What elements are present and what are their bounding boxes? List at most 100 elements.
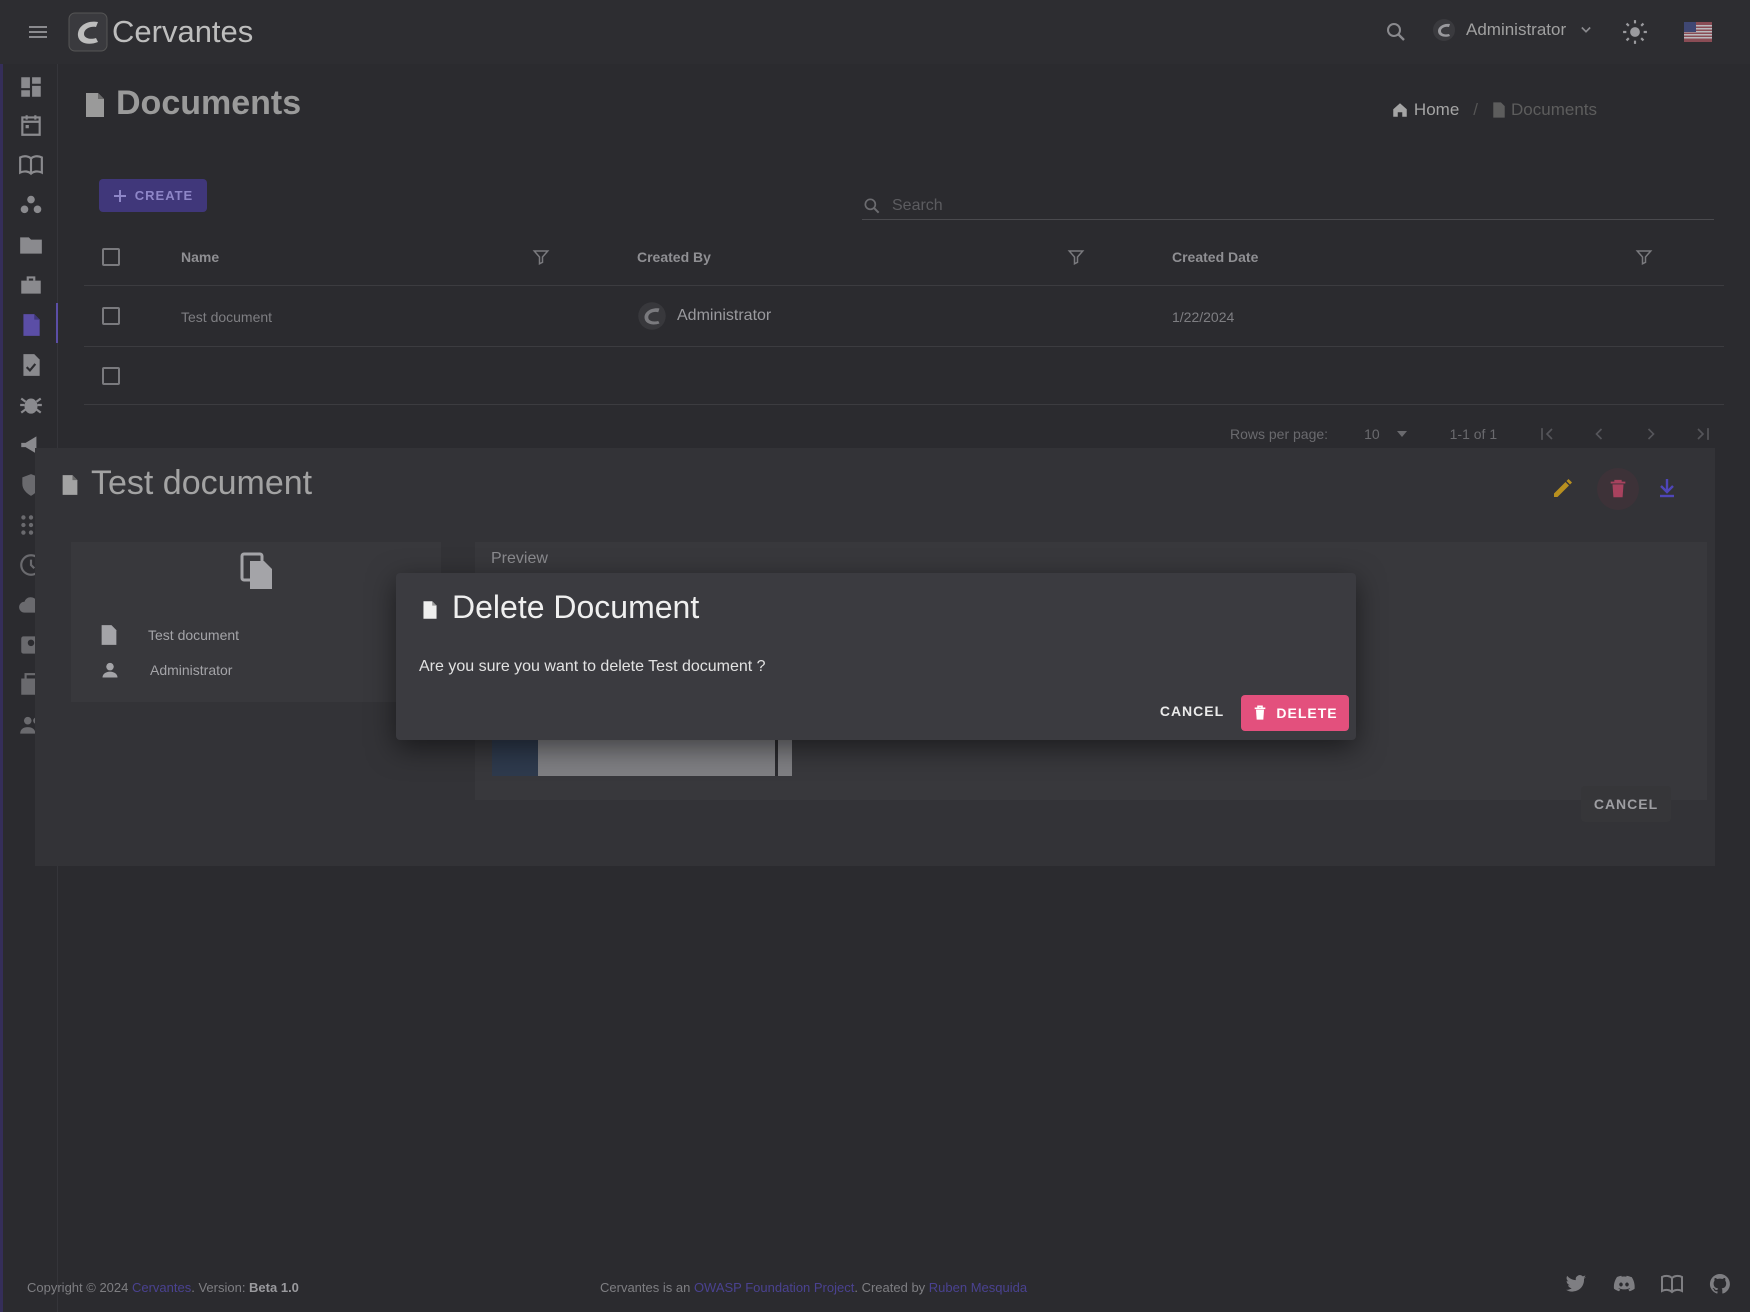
breadcrumb-home-label: Home [1413, 100, 1460, 119]
info-document-user-label: Administrator [150, 662, 233, 678]
cancel-button[interactable]: CANCEL [1156, 695, 1228, 727]
sidebar-edge [0, 64, 3, 1312]
sidebar-active-indicator [56, 303, 58, 343]
info-document-name: Test document [100, 624, 239, 646]
filter-icon[interactable] [1067, 248, 1085, 266]
version-label: . Version: [191, 1280, 250, 1295]
delete-button[interactable] [1597, 468, 1639, 510]
dashboard-icon[interactable] [18, 74, 44, 100]
pagination: Rows per page: 10 1-1 of 1 [1230, 424, 1713, 444]
info-document-name-label: Test document [148, 627, 240, 643]
cell-name: Test document [181, 309, 273, 325]
rows-per-page-value: 10 [1364, 426, 1380, 442]
user-name: Administrator [1466, 20, 1567, 39]
table-header: Name Created By Created Date [84, 228, 1724, 286]
sun-icon[interactable] [1622, 19, 1648, 45]
menu-icon[interactable] [26, 20, 50, 44]
select-all-checkbox[interactable] [102, 248, 120, 266]
column-name[interactable]: Name [181, 249, 219, 265]
column-created-date[interactable]: Created Date [1172, 249, 1258, 265]
table-row[interactable]: Test document Administrator 1/22/2024 [84, 286, 1724, 347]
avatar [638, 302, 666, 330]
rows-per-page-select[interactable]: 10 [1364, 426, 1408, 442]
search-icon[interactable] [1384, 20, 1408, 44]
github-icon[interactable] [1708, 1272, 1732, 1296]
user-menu[interactable]: Administrator [1432, 18, 1596, 42]
search-input[interactable]: Search [862, 192, 1714, 220]
twitter-icon[interactable] [1564, 1272, 1588, 1296]
document-icon [101, 625, 117, 645]
detail-cancel-button[interactable]: CANCEL [1581, 786, 1671, 822]
clients-icon[interactable] [18, 192, 44, 218]
filter-icon[interactable] [1635, 248, 1653, 266]
breadcrumb-current: Documents [1492, 100, 1597, 120]
trash-icon [1255, 705, 1266, 720]
docs-icon[interactable] [1660, 1272, 1684, 1296]
footer-social [1564, 1272, 1732, 1296]
next-page-icon[interactable] [1641, 424, 1661, 444]
download-icon[interactable] [1655, 476, 1679, 500]
footer-copyright: Copyright © 2024 Cervantes. Version: Bet… [27, 1280, 299, 1295]
us-flag-icon[interactable] [1684, 22, 1712, 42]
avatar [1433, 19, 1455, 41]
delete-button[interactable]: DELETE [1241, 695, 1349, 731]
caret-down-icon [1396, 431, 1407, 437]
filter-icon[interactable] [532, 248, 550, 266]
version-value: Beta 1.0 [249, 1280, 299, 1295]
copy-icon [240, 552, 272, 589]
rows-per-page-label: Rows per page: [1230, 426, 1329, 442]
document-icon [86, 93, 104, 117]
confirm-message: Are you sure you want to delete Test doc… [419, 658, 766, 675]
page-title: Documents [116, 84, 302, 122]
edit-icon[interactable] [1551, 476, 1575, 500]
prev-page-icon[interactable] [1589, 424, 1609, 444]
breadcrumb-home[interactable]: Home [1391, 100, 1459, 120]
footer-credits: Cervantes is an OWASP Foundation Project… [600, 1280, 1027, 1295]
trash-icon [1610, 479, 1626, 498]
folder-icon[interactable] [18, 232, 44, 258]
delete-button-label: DELETE [1276, 705, 1338, 721]
person-icon [102, 662, 118, 678]
info-document-user: Administrator [100, 660, 232, 680]
table-row [84, 347, 1724, 405]
discord-icon[interactable] [1612, 1272, 1636, 1296]
last-page-icon[interactable] [1693, 424, 1713, 444]
created-by-label: . Created by [854, 1280, 929, 1295]
bug-icon[interactable] [18, 392, 44, 418]
detail-title: Test document [91, 464, 313, 502]
created-by-name: Administrator [677, 307, 772, 324]
row-checkbox[interactable] [102, 307, 120, 325]
document-icon[interactable] [18, 312, 44, 338]
document-icon [423, 601, 437, 619]
book-icon[interactable] [18, 152, 44, 178]
search-icon [864, 198, 880, 213]
calendar-icon[interactable] [18, 112, 44, 138]
home-icon [1393, 103, 1407, 117]
search-placeholder: Search [892, 196, 943, 214]
preview-image [492, 736, 792, 776]
footer: Copyright © 2024 Cervantes. Version: Bet… [0, 1272, 1750, 1312]
breadcrumb-separator: / [1473, 100, 1479, 119]
cervantes-link[interactable]: Cervantes [132, 1280, 191, 1295]
breadcrumb: Home / Documents [1391, 100, 1597, 120]
cell-created-date: 1/22/2024 [1172, 309, 1235, 325]
plus-icon [113, 189, 126, 202]
credits-prefix: Cervantes is an [600, 1280, 694, 1295]
cell-created-by: Administrator [637, 301, 771, 331]
owasp-link[interactable]: OWASP Foundation Project [694, 1280, 854, 1295]
preview-label: Preview [491, 550, 548, 567]
first-page-icon[interactable] [1537, 424, 1557, 444]
task-icon[interactable] [18, 352, 44, 378]
create-button-label: CREATE [134, 188, 194, 203]
breadcrumb-current-label: Documents [1511, 100, 1597, 119]
documents-table: Name Created By Created Date Test docume… [84, 228, 1724, 405]
row-checkbox[interactable] [102, 367, 120, 385]
pagination-range: 1-1 of 1 [1449, 426, 1498, 442]
create-button[interactable]: CREATE [99, 179, 207, 212]
chevron-down-icon [1581, 26, 1591, 33]
column-created-by[interactable]: Created By [637, 249, 711, 265]
app-bar: Cervantes Administrator [0, 0, 1750, 64]
cervantes-logo[interactable] [68, 12, 108, 52]
author-link[interactable]: Ruben Mesquida [929, 1280, 1027, 1295]
briefcase-icon[interactable] [18, 272, 44, 298]
